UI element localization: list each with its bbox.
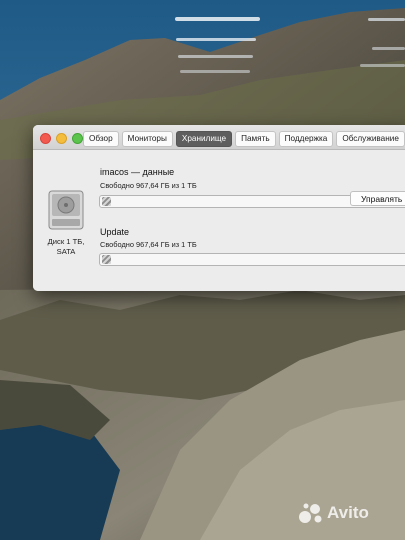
watermark-text: Avito: [327, 503, 369, 522]
disk-type-label: SATA: [56, 247, 76, 256]
storage-bar-used: [102, 255, 112, 264]
window-controls: [40, 133, 83, 144]
tab-displays[interactable]: Мониторы: [121, 131, 173, 147]
manage-button[interactable]: Управлять: [350, 191, 405, 206]
minimize-button[interactable]: [56, 133, 67, 144]
about-this-mac-window: Обзор Мониторы Хранилище Память Поддержк…: [33, 125, 405, 291]
tab-storage[interactable]: Хранилище: [175, 131, 233, 147]
volume-free-space: Свободно 967,64 ГБ из 1 ТБ: [100, 240, 197, 249]
disk-label: Диск 1 ТБ, SATA: [35, 237, 97, 257]
volume-name: Update: [100, 227, 130, 237]
title-bar: Обзор Мониторы Хранилище Память Поддержк…: [33, 125, 405, 150]
volume-free-space: Свободно 967,64 ГБ из 1 ТБ: [100, 181, 197, 190]
storage-bar: [99, 253, 405, 266]
close-button[interactable]: [40, 133, 51, 144]
tab-overview[interactable]: Обзор: [83, 131, 119, 147]
avito-watermark: Avito: [298, 502, 369, 524]
tab-service[interactable]: Обслуживание: [336, 131, 405, 147]
tab-support[interactable]: Поддержка: [278, 131, 334, 147]
volume-name: imacos — данные: [100, 167, 175, 177]
avito-logo-icon: [299, 503, 322, 523]
disk-size-label: Диск 1 ТБ,: [47, 237, 85, 246]
hard-drive-icon: [48, 190, 84, 230]
tab-bar: Обзор Мониторы Хранилище Память Поддержк…: [83, 131, 405, 147]
storage-bar-used: [102, 197, 112, 206]
storage-panel: Диск 1 ТБ, SATA imacos — данные Свободно…: [33, 150, 405, 291]
zoom-button[interactable]: [72, 133, 83, 144]
tab-memory[interactable]: Память: [235, 131, 276, 147]
